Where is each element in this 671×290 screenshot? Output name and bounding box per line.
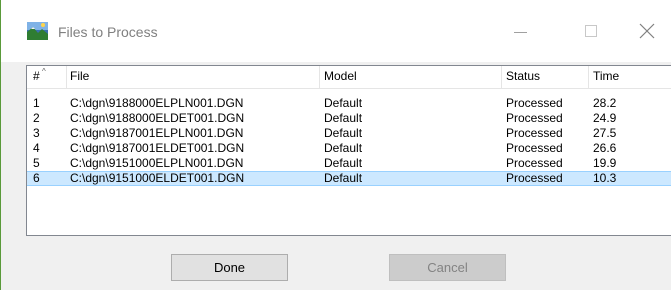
row-status: Processed xyxy=(506,171,563,185)
row-model: Default xyxy=(324,96,363,110)
table-row[interactable]: 2 C:\dgn\9188000ELDET001.DGN Default Pro… xyxy=(27,111,671,126)
column-header-number[interactable]: # xyxy=(33,66,40,88)
files-list[interactable]: # ^ File Model Status Time 1 C:\dgn\9188… xyxy=(26,65,671,236)
sort-ascending-icon: ^ xyxy=(42,67,46,76)
row-number: 4 xyxy=(33,141,40,155)
window-title: Files to Process xyxy=(58,24,158,40)
row-time: 26.6 xyxy=(593,141,617,155)
column-divider[interactable] xyxy=(66,66,67,88)
row-model: Default xyxy=(324,156,363,170)
column-header-file[interactable]: File xyxy=(70,66,89,88)
column-header-status[interactable]: Status xyxy=(506,66,540,88)
row-status: Processed xyxy=(506,141,563,155)
table-row[interactable]: 1 C:\dgn\9188000ELPLN001.DGN Default Pro… xyxy=(27,96,671,111)
row-number: 2 xyxy=(33,111,40,125)
minimize-icon[interactable] xyxy=(498,14,544,48)
done-button[interactable]: Done xyxy=(171,254,288,281)
row-file: C:\dgn\9187001ELDET001.DGN xyxy=(70,141,245,155)
row-number: 1 xyxy=(33,96,40,110)
table-row-selected[interactable]: 6 C:\dgn\9151000ELDET001.DGN Default Pro… xyxy=(27,171,671,186)
maximize-icon[interactable] xyxy=(568,14,614,48)
row-file: C:\dgn\9188000ELPLN001.DGN xyxy=(70,96,244,110)
column-divider[interactable] xyxy=(501,66,502,88)
column-divider[interactable] xyxy=(319,66,320,88)
row-time: 19.9 xyxy=(593,156,617,170)
row-status: Processed xyxy=(506,111,563,125)
close-icon[interactable] xyxy=(625,14,671,48)
landscape-image-icon xyxy=(27,22,48,40)
column-divider[interactable] xyxy=(588,66,589,88)
row-file: C:\dgn\9187001ELPLN001.DGN xyxy=(70,126,244,140)
row-time: 28.2 xyxy=(593,96,617,110)
row-model: Default xyxy=(324,171,363,185)
row-file: C:\dgn\9188000ELDET001.DGN xyxy=(70,111,245,125)
table-row[interactable]: 4 C:\dgn\9187001ELDET001.DGN Default Pro… xyxy=(27,141,671,156)
list-header: # ^ File Model Status Time xyxy=(27,66,671,89)
row-number: 5 xyxy=(33,156,40,170)
column-header-model[interactable]: Model xyxy=(324,66,357,88)
column-header-time[interactable]: Time xyxy=(593,66,619,88)
row-time: 27.5 xyxy=(593,126,617,140)
cancel-button[interactable]: Cancel xyxy=(389,254,506,281)
table-row[interactable]: 5 C:\dgn\9151000ELPLN001.DGN Default Pro… xyxy=(27,156,671,171)
row-time: 10.3 xyxy=(593,171,617,185)
row-status: Processed xyxy=(506,126,563,140)
row-model: Default xyxy=(324,126,363,140)
row-file: C:\dgn\9151000ELPLN001.DGN xyxy=(70,156,244,170)
row-file: C:\dgn\9151000ELDET001.DGN xyxy=(70,171,245,185)
row-status: Processed xyxy=(506,96,563,110)
table-row[interactable]: 3 C:\dgn\9187001ELPLN001.DGN Default Pro… xyxy=(27,126,671,141)
row-time: 24.9 xyxy=(593,111,617,125)
row-model: Default xyxy=(324,111,363,125)
row-status: Processed xyxy=(506,156,563,170)
row-model: Default xyxy=(324,141,363,155)
row-number: 6 xyxy=(33,171,40,185)
row-number: 3 xyxy=(33,126,40,140)
